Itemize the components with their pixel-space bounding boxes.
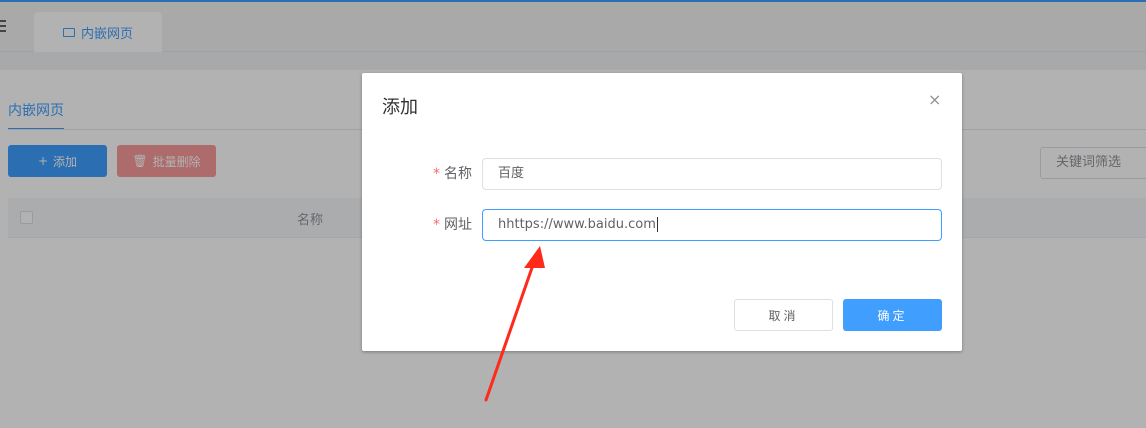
cancel-button[interactable]: 取消	[734, 299, 833, 331]
add-dialog: 添加 × * 名称 百度 * 网址 hhttps://www.baidu.com 取…	[362, 73, 962, 351]
form-row-url: * 网址 hhttps://www.baidu.com	[362, 209, 962, 241]
close-icon[interactable]: ×	[928, 92, 941, 108]
text-caret	[656, 217, 658, 232]
name-field-label: * 名称	[433, 166, 472, 182]
url-input-value: hhttps://www.baidu.com	[498, 217, 656, 232]
form-row-name: * 名称 百度	[362, 158, 962, 190]
name-input[interactable]: 百度	[482, 158, 942, 190]
confirm-button[interactable]: 确定	[843, 299, 942, 331]
url-input[interactable]: hhttps://www.baidu.com	[482, 209, 942, 241]
url-field-label: * 网址	[433, 217, 472, 233]
dialog-title: 添加	[382, 97, 418, 118]
